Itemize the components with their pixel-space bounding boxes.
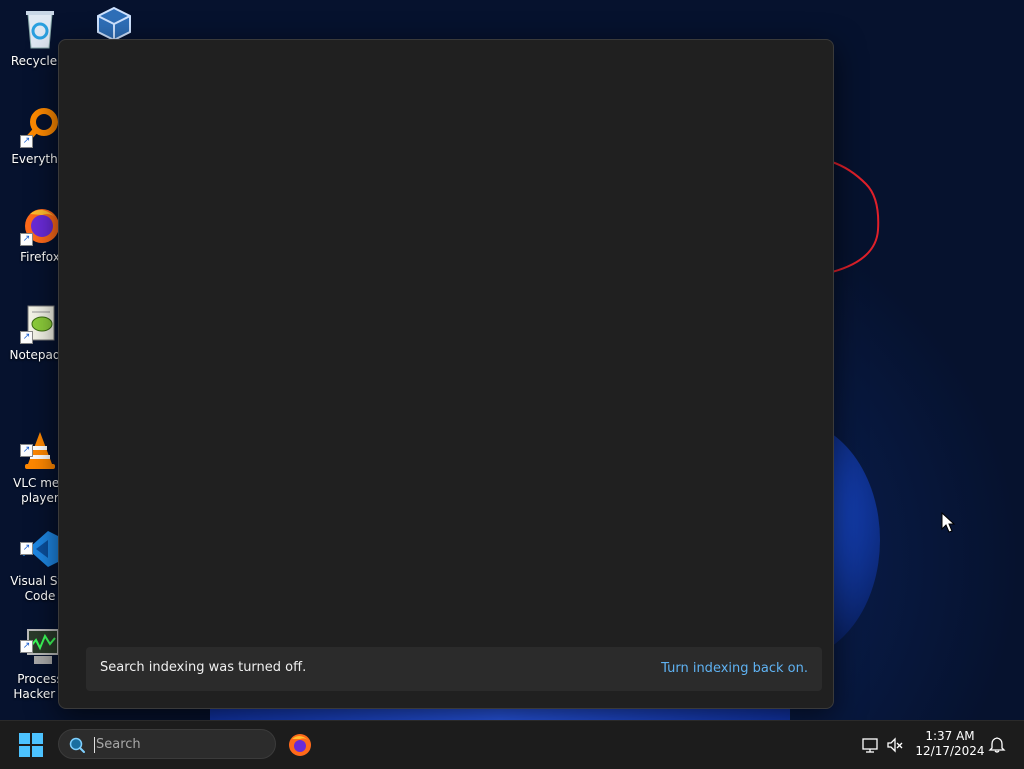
vscode-icon: ↗	[20, 513, 60, 567]
taskbar-firefox-button[interactable]	[288, 733, 312, 757]
search-flyout-panel: Search indexing was turned off. Turn ind…	[58, 39, 834, 709]
search-icon	[69, 737, 85, 753]
indexing-off-message: Search indexing was turned off.	[100, 660, 307, 675]
shortcut-arrow-icon: ↗	[20, 444, 33, 457]
indexing-off-banner: Search indexing was turned off. Turn ind…	[86, 647, 822, 691]
network-icon[interactable]	[861, 736, 879, 754]
recycle-bin-icon	[20, 8, 60, 50]
taskbar-search-box[interactable]: Search	[58, 729, 276, 759]
shortcut-arrow-icon: ↗	[20, 233, 33, 246]
vlc-icon: ↗	[20, 415, 60, 469]
volume-muted-icon[interactable]	[886, 736, 904, 754]
everything-search-icon: ↗	[20, 106, 60, 148]
notepad-plus-plus-icon: ↗	[20, 302, 60, 344]
search-placeholder[interactable]: Search	[96, 737, 141, 752]
start-button[interactable]	[19, 733, 43, 757]
shortcut-arrow-icon: ↗	[20, 542, 33, 555]
notification-bell-icon[interactable]	[988, 736, 1006, 754]
system-clock[interactable]: 1:37 AM 12/17/2024	[914, 729, 986, 759]
firefox-icon: ↗	[20, 204, 60, 246]
turn-indexing-on-link[interactable]: Turn indexing back on.	[661, 661, 808, 676]
clock-time: 1:37 AM	[925, 729, 975, 743]
shortcut-arrow-icon: ↗	[20, 640, 33, 653]
firefox-icon	[289, 734, 311, 756]
red-annotation-arc	[831, 161, 880, 273]
text-caret	[94, 737, 95, 753]
shortcut-arrow-icon: ↗	[20, 135, 33, 148]
taskbar: Search 1:37 AM 12/17/2024	[0, 720, 1024, 769]
process-hacker-icon: ↗	[20, 611, 60, 664]
clock-date: 12/17/2024	[915, 744, 985, 758]
shortcut-arrow-icon: ↗	[20, 331, 33, 344]
windows-logo-icon	[19, 733, 43, 757]
mouse-cursor-icon	[941, 512, 955, 533]
